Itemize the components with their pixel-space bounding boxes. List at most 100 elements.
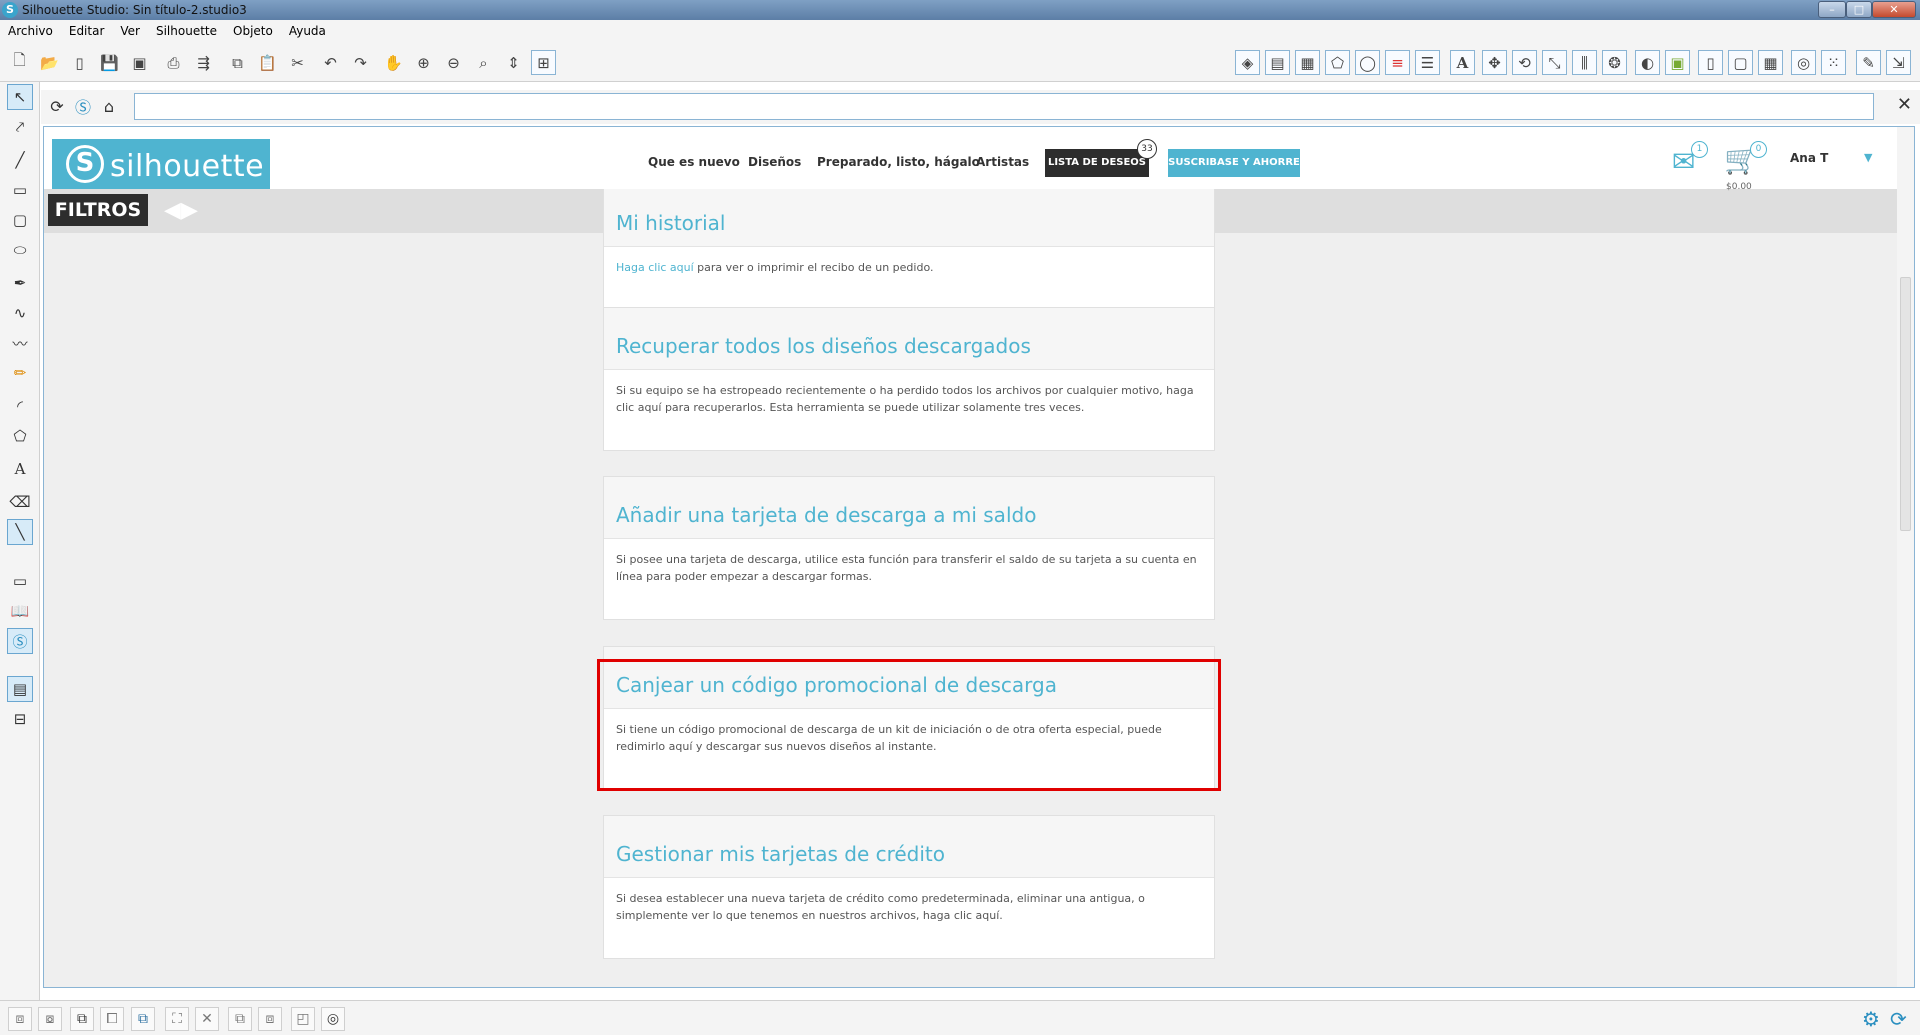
duplicate-icon[interactable]: ⧉ [228, 1007, 252, 1031]
replicate-icon[interactable]: ❂ [1602, 50, 1627, 75]
gradient-icon[interactable]: ▤ [1265, 50, 1290, 75]
card-anadir-tarjeta[interactable]: Añadir una tarjeta de descarga a mi sald… [603, 476, 1215, 620]
curve-tool-icon[interactable]: ∿ [7, 300, 33, 326]
click-here-link[interactable]: Haga clic aquí [616, 261, 694, 274]
cut-settings-icon[interactable]: ⁙ [1821, 50, 1846, 75]
library-icon[interactable]: ▯ [67, 50, 92, 75]
fit-page-icon[interactable]: ⊞ [531, 50, 556, 75]
scrollbar-thumb[interactable] [1900, 277, 1911, 531]
trace-icon[interactable]: ◎ [1791, 50, 1816, 75]
paste-icon[interactable]: 📋 [255, 50, 280, 75]
rounded-rectangle-icon[interactable]: ▢ [7, 207, 33, 233]
close-window-button[interactable]: ✕ [1872, 1, 1916, 18]
text-tool-icon[interactable]: A [7, 456, 33, 482]
scale-icon[interactable]: ⤡ [1542, 50, 1567, 75]
pattern-icon[interactable]: ▦ [1295, 50, 1320, 75]
nav-que-es-nuevo[interactable]: Que es nuevo [648, 155, 740, 169]
bring-forward-icon[interactable]: ⧉ [131, 1007, 155, 1031]
align-icon[interactable]: ⫼ [1572, 50, 1597, 75]
sync-icon[interactable]: ⟳ [1890, 1007, 1907, 1031]
split-view-icon[interactable]: ⊟ [7, 706, 33, 732]
text-style-icon[interactable]: A [1450, 50, 1475, 75]
card-title[interactable]: Mi historial [616, 211, 726, 235]
url-field[interactable] [134, 93, 1874, 120]
knife-tool-icon[interactable]: ╲ [7, 519, 33, 545]
arrange-icon[interactable]: ⧈ [258, 1007, 282, 1031]
refresh-icon[interactable]: ⟳ [45, 94, 69, 118]
registration-icon[interactable]: ▢ [1728, 50, 1753, 75]
group-icon[interactable]: ⧈ [8, 1007, 32, 1031]
maximize-button[interactable]: □ [1846, 1, 1872, 18]
menu-ver[interactable]: Ver [112, 20, 148, 42]
line-weight-icon[interactable]: ☰ [1415, 50, 1440, 75]
send-to-silhouette-icon[interactable]: ⇲ [1886, 50, 1911, 75]
transform-icon[interactable]: ✥ [1482, 50, 1507, 75]
line-color-icon[interactable]: ⬠ [1325, 50, 1350, 75]
grid-icon[interactable]: ▦ [1758, 50, 1783, 75]
zoom-select-icon[interactable]: ⌕ [471, 50, 496, 75]
arc-tool-icon[interactable]: ◜ [7, 393, 33, 419]
print-icon[interactable]: ⎙ [161, 50, 186, 75]
filter-next-icon[interactable]: ▶ [181, 198, 198, 223]
undo-icon[interactable]: ↶ [318, 50, 343, 75]
card-title[interactable]: Añadir una tarjeta de descarga a mi sald… [616, 503, 1036, 527]
home-icon[interactable]: ⌂ [97, 94, 121, 118]
freehand-icon[interactable]: 〰 [7, 330, 33, 356]
filters-button[interactable]: FILTROS [48, 194, 148, 226]
ungroup-icon[interactable]: ⧇ [38, 1007, 62, 1031]
trace-bottom-icon[interactable]: ◎ [321, 1007, 345, 1031]
user-name[interactable]: Ana T [1790, 151, 1828, 165]
vertical-scrollbar[interactable] [1897, 127, 1914, 987]
zoom-in-icon[interactable]: ⊕ [411, 50, 436, 75]
filter-prev-icon[interactable]: ◀ [164, 198, 181, 223]
line-style-icon[interactable]: ◯ [1355, 50, 1380, 75]
menu-editar[interactable]: Editar [61, 20, 113, 42]
library-book-icon[interactable]: 📖 [7, 598, 33, 624]
send-icon[interactable]: ⇶ [191, 50, 216, 75]
card-title[interactable]: Gestionar mis tarjetas de crédito [616, 842, 945, 866]
fill-color-icon[interactable]: ◈ [1235, 50, 1260, 75]
weld-icon[interactable]: ⛶ [165, 1007, 189, 1031]
panel-view-icon[interactable]: ▤ [7, 676, 33, 702]
card-recuperar-disenos[interactable]: Recuperar todos los diseños descargados … [603, 307, 1215, 451]
card-title[interactable]: Recuperar todos los diseños descargados [616, 334, 1031, 358]
close-store-icon[interactable]: ✕ [1897, 94, 1912, 115]
eraser-icon[interactable]: ⌫ [7, 489, 33, 515]
open-folder-icon[interactable]: 📂 [37, 50, 62, 75]
page-setup-icon[interactable]: ▯ [1698, 50, 1723, 75]
ellipse-tool-icon[interactable]: ⬭ [7, 237, 33, 263]
polygon-pen-icon[interactable]: ✒ [7, 270, 33, 296]
save-icon[interactable]: 💾 [97, 50, 122, 75]
modify-icon[interactable]: ◐ [1635, 50, 1660, 75]
point-edit-icon[interactable]: ⤤ [7, 114, 33, 140]
settings-gear-icon[interactable]: ⚙ [1862, 1007, 1880, 1031]
silhouette-home-icon[interactable]: Ⓢ [71, 94, 95, 118]
line-tool-icon[interactable]: ╱ [7, 147, 33, 173]
offset-icon[interactable]: ▣ [1665, 50, 1690, 75]
minimize-button[interactable]: – [1818, 1, 1846, 18]
line-palette-icon[interactable]: ≡ [1385, 50, 1410, 75]
menu-archivo[interactable]: Archivo [0, 20, 61, 42]
chevron-down-icon[interactable]: ▼ [1864, 151, 1872, 164]
menu-silhouette[interactable]: Silhouette [148, 20, 225, 42]
nav-artistas[interactable]: Artistas [976, 155, 1029, 169]
menu-ayuda[interactable]: Ayuda [281, 20, 334, 42]
save-library-icon[interactable]: ▣ [127, 50, 152, 75]
cut-icon[interactable]: ✂ [285, 50, 310, 75]
regular-polygon-icon[interactable]: ⬠ [7, 423, 33, 449]
redo-icon[interactable]: ↷ [348, 50, 373, 75]
menu-objeto[interactable]: Objeto [225, 20, 281, 42]
make-compound-icon[interactable]: ⧉ [70, 1007, 94, 1031]
online-store-icon[interactable]: Ⓢ [7, 628, 33, 654]
rectangle-tool-icon[interactable]: ▭ [7, 177, 33, 203]
nav-preparado[interactable]: Preparado, listo, hágalo [817, 155, 980, 169]
smooth-freehand-icon[interactable]: ✏ [7, 360, 33, 386]
sketch-pen-icon[interactable]: ✎ [1856, 50, 1881, 75]
pan-hand-icon[interactable]: ✋ [381, 50, 406, 75]
copy-icon[interactable]: ⧉ [225, 50, 250, 75]
subscribe-button[interactable]: SUSCRIBASE Y AHORRE [1168, 149, 1300, 177]
drag-zoom-icon[interactable]: ⇕ [501, 50, 526, 75]
wishlist-button[interactable]: LISTA DE DESEOS [1045, 149, 1149, 177]
zoom-out-icon[interactable]: ⊖ [441, 50, 466, 75]
release-compound-icon[interactable]: ⧠ [100, 1007, 124, 1031]
